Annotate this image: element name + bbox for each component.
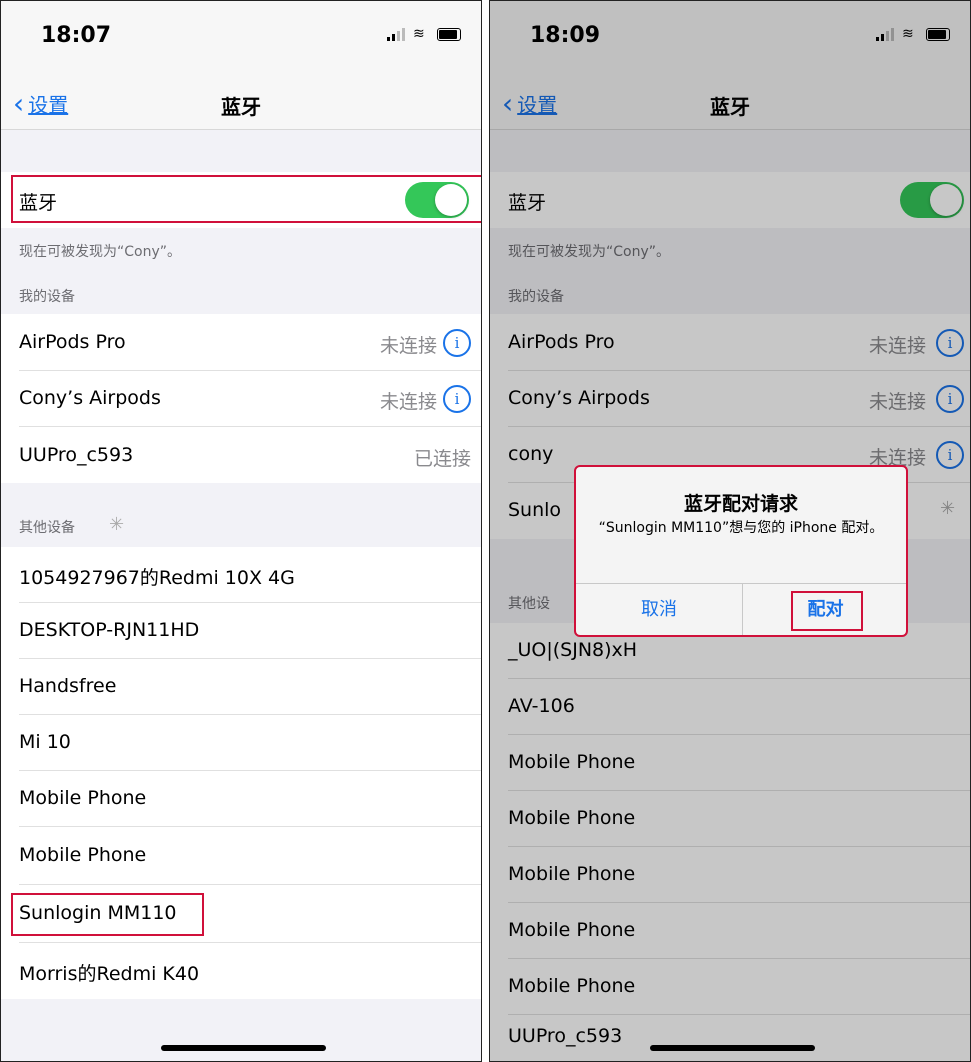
- device-name: DESKTOP-RJN11HD: [19, 619, 200, 641]
- info-icon[interactable]: i: [443, 329, 471, 357]
- device-name: AirPods Pro: [19, 331, 126, 353]
- device-name: 1054927967的Redmi 10X 4G: [19, 567, 295, 589]
- info-icon[interactable]: i: [443, 385, 471, 413]
- right-screen: 18:09 ≋ ‹ 设置 蓝牙 蓝牙 现在可被发现为“Cony”。 我的设备 Ai…: [489, 0, 971, 1062]
- device-row[interactable]: Mobile Phone: [1, 827, 481, 885]
- home-indicator[interactable]: [161, 1045, 326, 1051]
- device-name: Mobile Phone: [19, 787, 147, 809]
- device-status: 已连接: [413, 448, 471, 470]
- device-status: 未连接: [379, 391, 437, 413]
- device-name: Handsfree: [19, 675, 117, 697]
- highlight-box: [11, 893, 204, 936]
- device-row[interactable]: DESKTOP-RJN11HD: [1, 603, 481, 659]
- wifi-icon: ≋: [413, 26, 425, 42]
- device-status: 未连接: [379, 335, 437, 357]
- left-screen: 18:07 ≋ ‹ 设置 蓝牙 蓝牙 现在可被发现为“Cony”。 我的设备 Ai…: [0, 0, 482, 1062]
- home-indicator[interactable]: [650, 1045, 815, 1051]
- dialog-message: “Sunlogin MM110”想与您的 iPhone 配对。: [598, 520, 884, 536]
- spinner-icon: ✳: [109, 514, 125, 535]
- device-row[interactable]: Mi 10: [1, 715, 481, 771]
- other-devices-header: 其他设备: [19, 520, 75, 536]
- device-name: Mobile Phone: [19, 844, 147, 866]
- device-row[interactable]: UUPro_c593 已连接: [1, 427, 481, 483]
- device-row[interactable]: 1054927967的Redmi 10X 4G: [1, 547, 481, 603]
- page-title: 蓝牙: [221, 95, 261, 119]
- pairing-dialog: 蓝牙配对请求 “Sunlogin MM110”想与您的 iPhone 配对。 取…: [574, 465, 908, 637]
- battery-icon: [437, 27, 461, 41]
- status-bar: 18:07 ≋: [1, 1, 481, 79]
- cancel-button[interactable]: 取消: [576, 583, 742, 637]
- highlight-box: [11, 175, 481, 223]
- nav-bar: ‹ 设置 蓝牙: [1, 79, 481, 130]
- device-row[interactable]: Mobile Phone: [1, 771, 481, 827]
- signal-icon: [387, 27, 405, 41]
- device-name: UUPro_c593: [19, 444, 134, 466]
- divider: [482, 0, 489, 1062]
- device-row[interactable]: AirPods Pro 未连接 i: [1, 314, 481, 371]
- device-name: Mi 10: [19, 731, 71, 753]
- discoverable-caption: 现在可被发现为“Cony”。: [19, 244, 182, 260]
- dialog-title: 蓝牙配对请求: [683, 493, 798, 515]
- device-row[interactable]: Handsfree: [1, 659, 481, 715]
- status-time: 18:07: [41, 23, 112, 48]
- device-name: Cony’s Airpods: [19, 387, 161, 409]
- device-row[interactable]: Cony’s Airpods 未连接 i: [1, 371, 481, 427]
- status-icons: ≋: [387, 27, 461, 41]
- device-name: Morris的Redmi K40: [19, 963, 200, 985]
- device-row[interactable]: Morris的Redmi K40: [1, 943, 481, 999]
- highlight-box: [791, 591, 863, 631]
- my-devices-header: 我的设备: [19, 289, 75, 305]
